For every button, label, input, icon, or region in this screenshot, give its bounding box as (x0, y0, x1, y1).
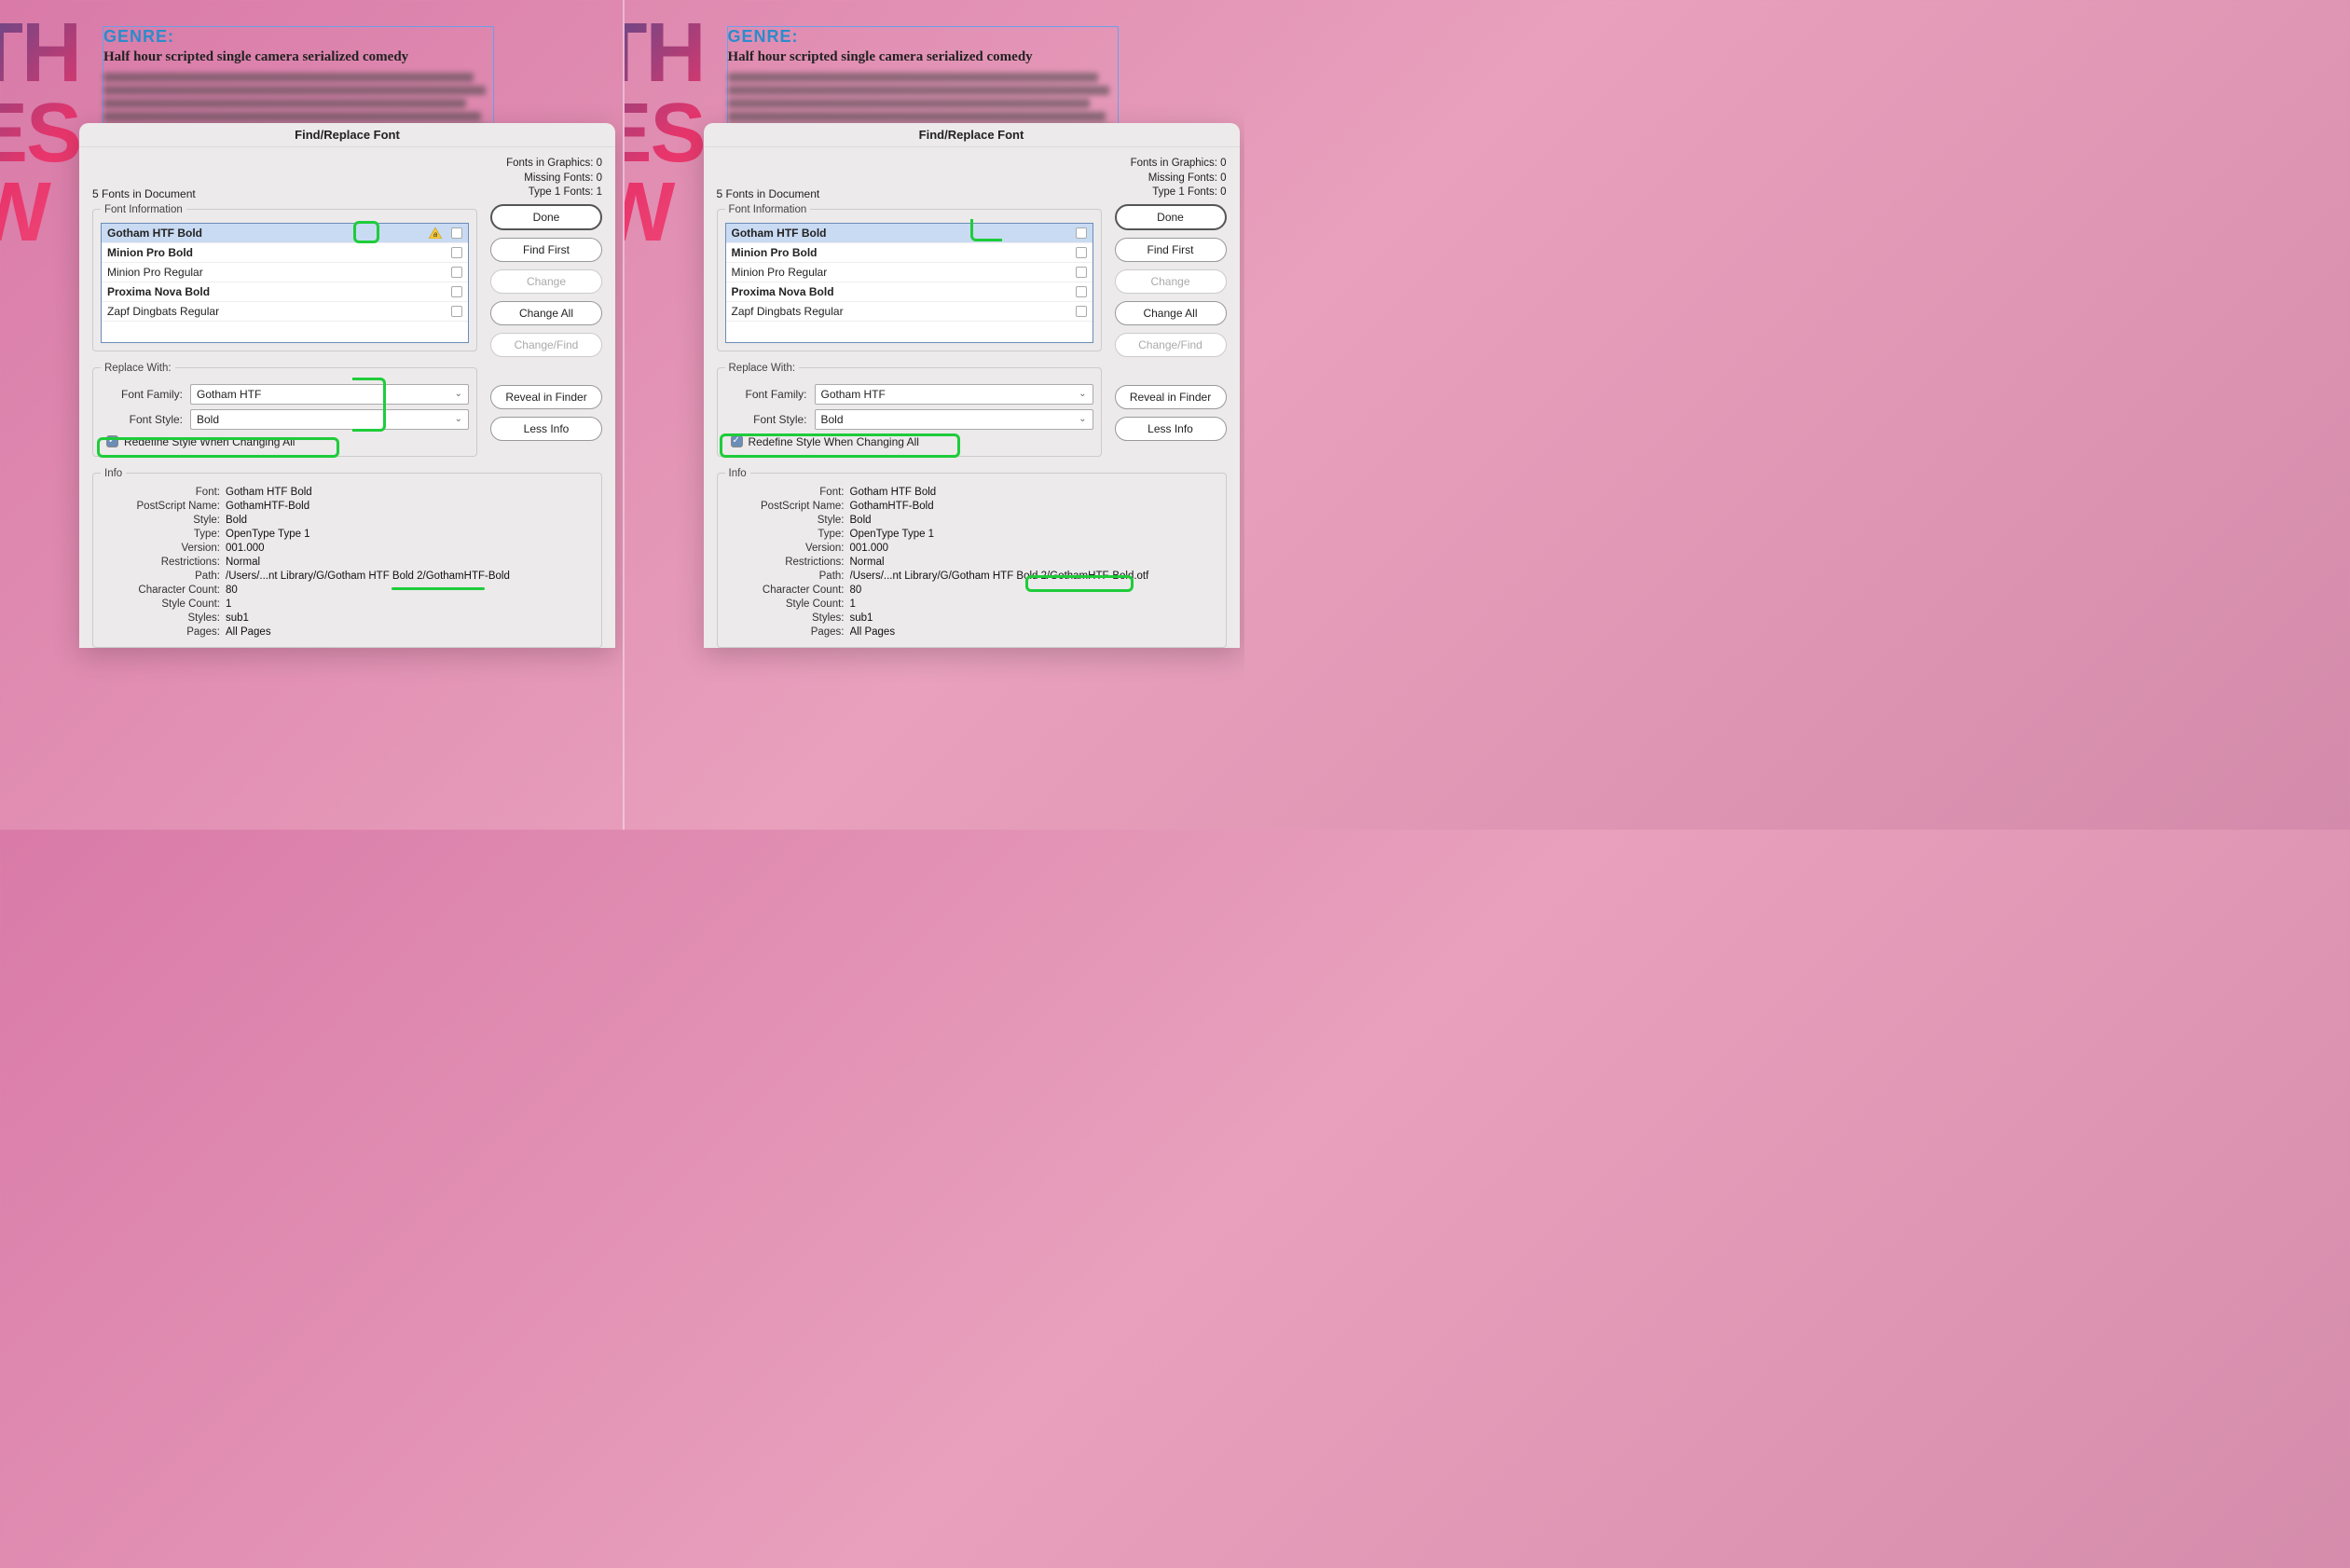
genre-heading: GENRE: (728, 27, 1118, 47)
change-find-button[interactable]: Change/Find (490, 333, 602, 357)
chevron-down-icon: ⌄ (1079, 414, 1086, 424)
info-key-font: Font: (104, 487, 226, 498)
redefine-style-checkbox-row[interactable]: Redefine Style When Changing All (106, 435, 469, 448)
chevron-down-icon: ⌄ (455, 389, 462, 399)
redefine-style-checkbox-row[interactable]: Redefine Style When Changing All (731, 435, 1093, 448)
chevron-down-icon: ⌄ (455, 414, 462, 424)
stat-missing: Missing Fonts: 0 (506, 172, 602, 186)
font-row-gotham-htf-bold[interactable]: Gotham HTF Bold a (102, 224, 468, 243)
stat-graphics: Fonts in Graphics: 0 (1131, 157, 1227, 172)
genre-heading: GENRE: (103, 27, 493, 47)
info-legend: Info (725, 468, 750, 479)
genre-body: Half hour scripted single camera seriali… (103, 49, 493, 65)
done-button[interactable]: Done (490, 204, 602, 230)
background-display-text: TH ES W (623, 14, 705, 254)
font-information-group: Font Information Gotham HTF Bold Minion … (717, 204, 1102, 351)
info-group: Info Font:Gotham HTF Bold PostScript Nam… (717, 468, 1227, 648)
replace-with-group: Replace With: Font Family: Gotham HTF ⌄ … (92, 363, 477, 457)
font-style-label: Font Style: (101, 413, 183, 426)
stat-missing: Missing Fonts: 0 (1131, 172, 1227, 186)
font-list[interactable]: Gotham HTF Bold Minion Pro Bold Minion P… (725, 223, 1093, 343)
font-row-checkbox[interactable] (451, 267, 462, 278)
font-stats: Fonts in Graphics: 0 Missing Fonts: 0 Ty… (506, 157, 602, 200)
done-button[interactable]: Done (1115, 204, 1227, 230)
font-stats: Fonts in Graphics: 0 Missing Fonts: 0 Ty… (1131, 157, 1227, 200)
redefine-style-label: Redefine Style When Changing All (124, 435, 295, 448)
font-row-zapf-dingbats[interactable]: Zapf Dingbats Regular (102, 302, 468, 322)
find-replace-font-dialog: Find/Replace Font 5 Fonts in Document Fo… (79, 123, 615, 648)
font-row-gotham-htf-bold[interactable]: Gotham HTF Bold (726, 224, 1093, 243)
font-row-proxima-nova-bold[interactable]: Proxima Nova Bold (726, 282, 1093, 302)
change-button[interactable]: Change (1115, 269, 1227, 294)
font-row-minion-pro-bold[interactable]: Minion Pro Bold (726, 243, 1093, 263)
stat-graphics: Fonts in Graphics: 0 (506, 157, 602, 172)
font-style-select[interactable]: Bold ⌄ (190, 409, 469, 430)
less-info-button[interactable]: Less Info (1115, 417, 1227, 441)
font-information-legend: Font Information (101, 204, 186, 215)
font-family-select[interactable]: Gotham HTF ⌄ (190, 384, 469, 405)
font-row-zapf-dingbats[interactable]: Zapf Dingbats Regular (726, 302, 1093, 322)
font-information-legend: Font Information (725, 204, 811, 215)
font-row-checkbox[interactable] (451, 227, 462, 239)
find-first-button[interactable]: Find First (490, 238, 602, 262)
font-family-label: Font Family: (101, 388, 183, 401)
left-pane: TH ES W GENRE: Half hour scripted single… (0, 0, 623, 830)
info-legend: Info (101, 468, 126, 479)
change-all-button[interactable]: Change All (1115, 301, 1227, 325)
fonts-in-document-summary: 5 Fonts in Document (717, 187, 820, 200)
find-first-button[interactable]: Find First (1115, 238, 1227, 262)
font-family-label: Font Family: (725, 388, 807, 401)
fonts-in-document-summary: 5 Fonts in Document (92, 187, 196, 200)
font-family-select[interactable]: Gotham HTF ⌄ (815, 384, 1093, 405)
font-row-minion-pro-regular[interactable]: Minion Pro Regular (102, 263, 468, 282)
redefine-style-checkbox[interactable] (731, 435, 743, 447)
change-find-button[interactable]: Change/Find (1115, 333, 1227, 357)
font-list[interactable]: Gotham HTF Bold a Minion (101, 223, 469, 343)
font-row-minion-pro-regular[interactable]: Minion Pro Regular (726, 263, 1093, 282)
font-row-checkbox[interactable] (451, 306, 462, 317)
font-row-checkbox[interactable] (1076, 247, 1087, 258)
background-display-text: TH ES W (0, 14, 80, 254)
font-row-checkbox[interactable] (1076, 267, 1087, 278)
font-style-label: Font Style: (725, 413, 807, 426)
dialog-title: Find/Replace Font (79, 123, 615, 147)
dialog-title: Find/Replace Font (704, 123, 1240, 147)
reveal-in-finder-button[interactable]: Reveal in Finder (490, 385, 602, 409)
font-style-select[interactable]: Bold ⌄ (815, 409, 1093, 430)
change-all-button[interactable]: Change All (490, 301, 602, 325)
font-row-checkbox[interactable] (451, 286, 462, 297)
right-pane: TH ES W GENRE: Half hour scripted single… (623, 0, 1245, 830)
chevron-down-icon: ⌄ (1079, 389, 1086, 399)
font-row-checkbox[interactable] (1076, 306, 1087, 317)
stat-type1: Type 1 Fonts: 0 (1131, 186, 1227, 200)
type1-warning-icon: a (429, 227, 442, 239)
font-row-checkbox[interactable] (451, 247, 462, 258)
change-button[interactable]: Change (490, 269, 602, 294)
font-row-minion-pro-bold[interactable]: Minion Pro Bold (102, 243, 468, 263)
find-replace-font-dialog: Find/Replace Font 5 Fonts in Document Fo… (704, 123, 1240, 648)
genre-body: Half hour scripted single camera seriali… (728, 49, 1118, 65)
replace-with-legend: Replace With: (725, 363, 800, 374)
info-group: Info Font:Gotham HTF Bold PostScript Nam… (92, 468, 602, 648)
redefine-style-checkbox[interactable] (106, 435, 118, 447)
font-row-checkbox[interactable] (1076, 227, 1087, 239)
replace-with-legend: Replace With: (101, 363, 175, 374)
redefine-style-label: Redefine Style When Changing All (749, 435, 919, 448)
less-info-button[interactable]: Less Info (490, 417, 602, 441)
replace-with-group: Replace With: Font Family: Gotham HTF ⌄ … (717, 363, 1102, 457)
font-row-proxima-nova-bold[interactable]: Proxima Nova Bold (102, 282, 468, 302)
stat-type1: Type 1 Fonts: 1 (506, 186, 602, 200)
font-information-group: Font Information Gotham HTF Bold a (92, 204, 477, 351)
font-row-checkbox[interactable] (1076, 286, 1087, 297)
svg-text:a: a (433, 230, 438, 239)
reveal-in-finder-button[interactable]: Reveal in Finder (1115, 385, 1227, 409)
